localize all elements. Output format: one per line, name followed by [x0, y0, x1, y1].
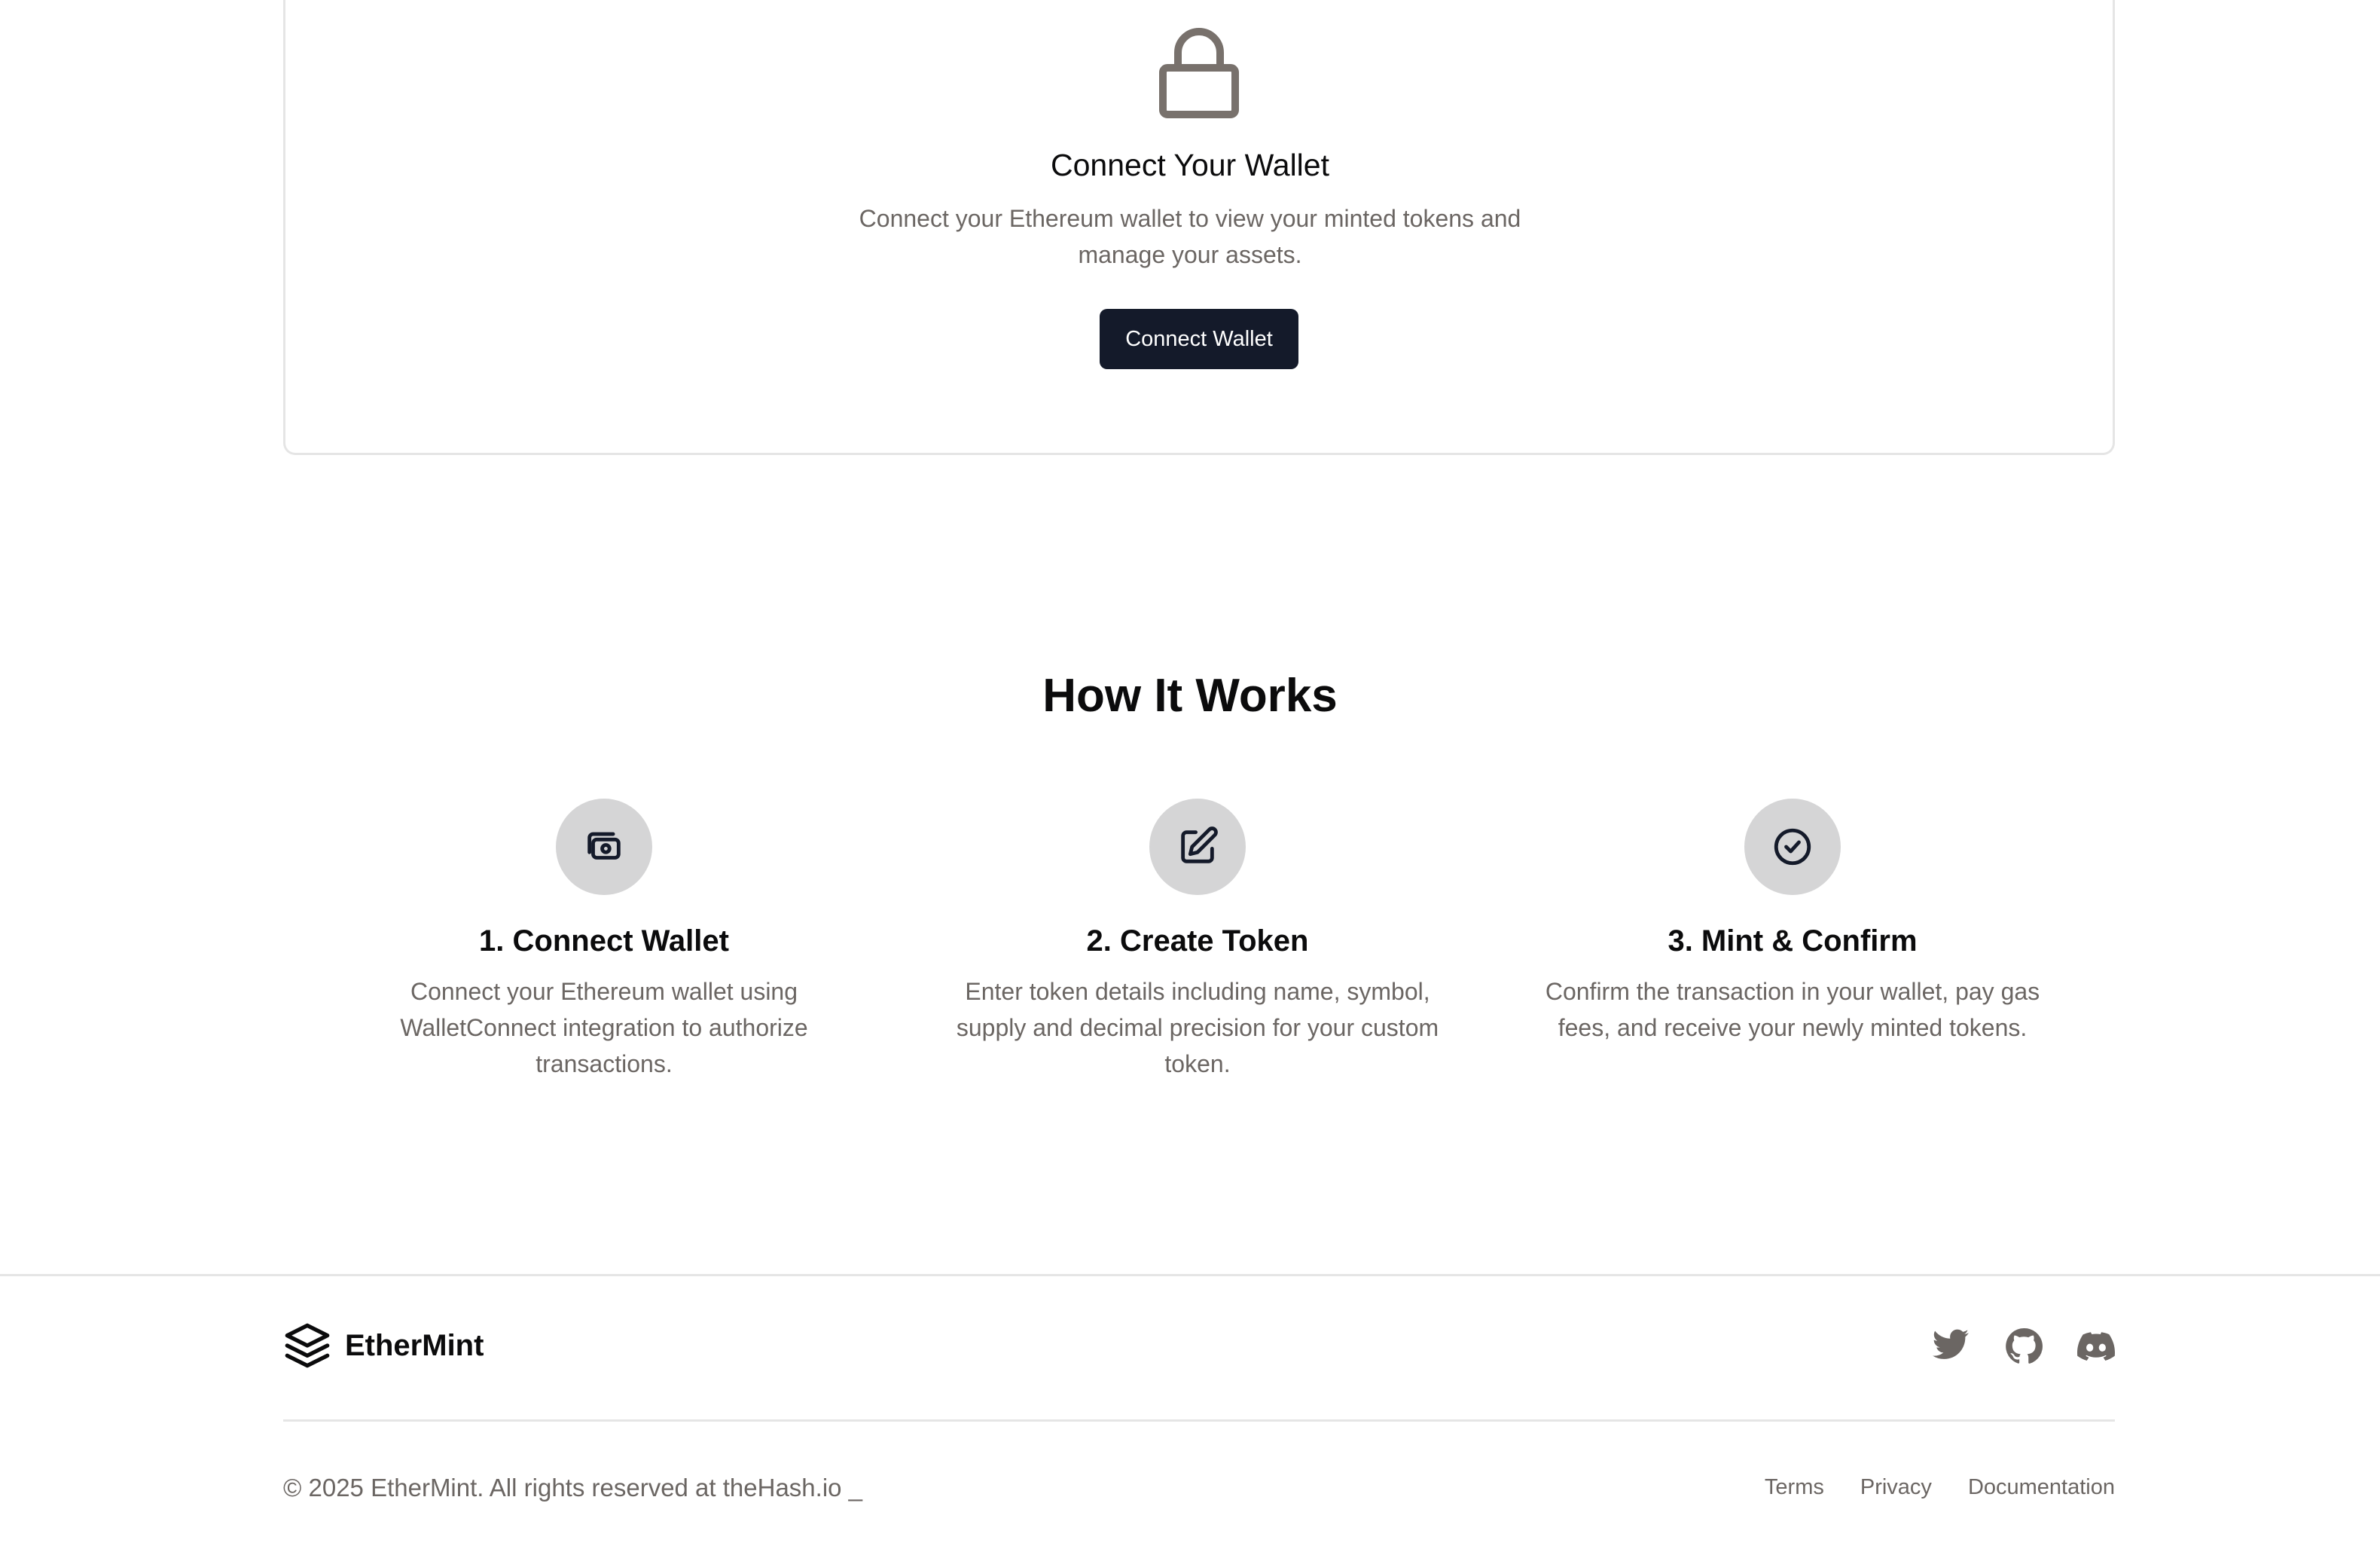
brand-name: EtherMint — [345, 1328, 484, 1362]
footer-link-terms[interactable]: Terms — [1765, 1475, 1824, 1500]
step-connect-wallet: 1. Connect Wallet Connect your Ethereum … — [340, 799, 868, 1082]
step-icon-circle — [556, 799, 652, 895]
footer-brand[interactable]: EtherMint — [283, 1321, 484, 1370]
page: Connect Your Wallet Connect your Ethereu… — [0, 0, 2380, 1555]
social-links — [1933, 1327, 2116, 1365]
step-icon-circle — [1744, 799, 1841, 895]
step-title: 3. Mint & Confirm — [1668, 924, 1918, 958]
copyright-text: © 2025 EtherMint. All rights reserved at… — [283, 1474, 863, 1502]
how-it-works-heading: How It Works — [1042, 670, 1338, 722]
layers-icon — [285, 1323, 330, 1368]
github-icon[interactable] — [2005, 1327, 2043, 1365]
footer-links: Terms Privacy Documentation — [1765, 1475, 2115, 1500]
wallet-card-title: Connect Your Wallet — [1051, 148, 1329, 182]
footer-inner-divider — [283, 1419, 2115, 1422]
check-circle-icon — [1774, 828, 1811, 866]
wallet-card-description: Connect your Ethereum wallet to view you… — [859, 205, 1521, 268]
step-mint-confirm: 3. Mint & Confirm Confirm the transactio… — [1529, 799, 2056, 1046]
step-description: Connect your Ethereum wallet using Walle… — [400, 978, 808, 1077]
lock-icon — [1159, 28, 1239, 118]
step-icon-circle — [1149, 799, 1246, 895]
edit-icon — [1181, 826, 1218, 863]
step-create-token: 2. Create Token Enter token details incl… — [934, 799, 1461, 1082]
step-description: Confirm the transaction in your wallet, … — [1545, 978, 2040, 1041]
footer-link-privacy[interactable]: Privacy — [1860, 1475, 1932, 1500]
step-description: Enter token details including name, symb… — [956, 978, 1439, 1077]
connect-wallet-button[interactable]: Connect Wallet — [1100, 309, 1298, 369]
step-title: 1. Connect Wallet — [479, 924, 729, 958]
wallet-icon — [587, 832, 621, 860]
footer-divider — [0, 1274, 2380, 1276]
twitter-icon[interactable] — [1933, 1327, 1970, 1365]
footer-link-documentation[interactable]: Documentation — [1968, 1475, 2115, 1500]
discord-icon[interactable] — [2077, 1327, 2116, 1365]
step-title: 2. Create Token — [1086, 924, 1309, 958]
